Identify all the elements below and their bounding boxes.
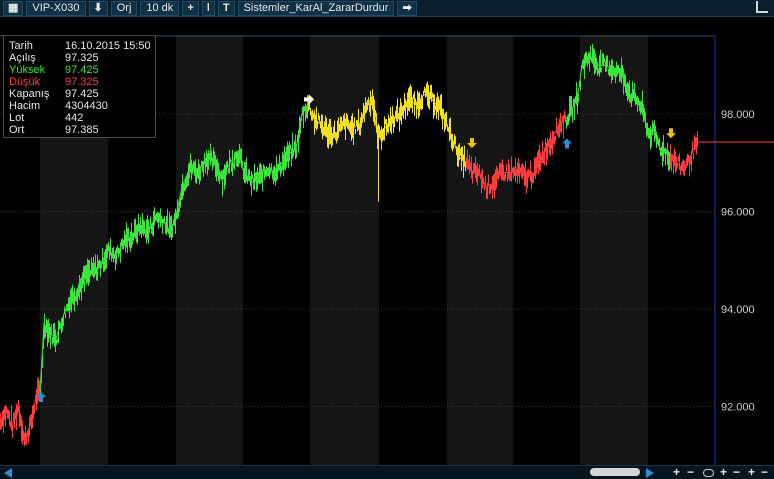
- info-row: Hacim 4304430: [9, 100, 154, 112]
- scroll-left-icon[interactable]: [4, 468, 12, 478]
- series-segment-down: [669, 130, 699, 177]
- price-tick-label: 94.000: [721, 304, 755, 316]
- zoom-in-button[interactable]: +: [673, 466, 680, 478]
- info-value: 97.325: [65, 76, 99, 88]
- system-icon[interactable]: T: [217, 0, 235, 16]
- bar-icon[interactable]: ǀ: [201, 0, 215, 16]
- resize-corner-icon[interactable]: [756, 1, 768, 13]
- scroll-right-icon[interactable]: [646, 468, 654, 478]
- info-row: Tarih 16.10.2015 15:50: [9, 40, 154, 52]
- right-arrow-icon[interactable]: ➡: [397, 0, 417, 16]
- symbol-selector[interactable]: VIP-X030: [26, 0, 86, 16]
- scroll-thumb[interactable]: [590, 468, 640, 476]
- info-value: 97.425: [65, 64, 99, 76]
- info-label: Lot: [9, 112, 25, 124]
- info-label: Açılış: [9, 52, 36, 64]
- scale-out-button[interactable]: −: [733, 466, 740, 478]
- info-value: 442: [65, 112, 84, 124]
- ohlc-info-panel: Tarih 16.10.2015 15:50 Açılış 97.325 Yüksek 9…: [3, 35, 156, 138]
- sell-arrow-icon: [666, 128, 676, 139]
- fit-icon[interactable]: [703, 469, 714, 477]
- bottom-scrollbar: + − + − + −: [0, 465, 774, 479]
- vertical-out-button[interactable]: −: [761, 466, 768, 478]
- info-label: Tarih: [9, 40, 33, 52]
- info-value: 97.385: [65, 124, 99, 136]
- scale-in-button[interactable]: +: [720, 466, 727, 478]
- vertical-in-button[interactable]: +: [748, 466, 755, 478]
- session-band: [447, 36, 513, 465]
- price-tick-label: 98.000: [721, 109, 755, 121]
- period-selector[interactable]: 10 dk: [140, 0, 180, 16]
- price-tick-label: 92.000: [721, 402, 755, 414]
- grid-icon[interactable]: ▦: [3, 0, 24, 16]
- info-label: Yüksek: [9, 64, 46, 76]
- info-row: Düşük 97.325: [9, 76, 154, 88]
- info-label: Ort: [9, 124, 25, 136]
- plus-icon[interactable]: +: [182, 0, 199, 16]
- info-value: 97.325: [65, 52, 99, 64]
- info-value: 97.425: [65, 88, 99, 100]
- info-label: Hacim: [9, 100, 41, 112]
- down-arrow-icon[interactable]: ⬇: [88, 0, 108, 16]
- chart-toolbar: ▦ VIP-X030 ⬇ Orj 10 dk + ǀ T Sistemler_K…: [0, 0, 774, 17]
- series-segment-down: [0, 377, 41, 447]
- info-row: Yüksek 97.425: [9, 64, 154, 76]
- info-row: Ort 97.385: [9, 124, 154, 136]
- info-value: 16.10.2015 15:50: [65, 40, 151, 52]
- price-axis: 98.000 96.000 94.000 92.000: [694, 109, 774, 414]
- buy-arrow-icon: [562, 138, 572, 149]
- info-label: Kapanış: [9, 88, 50, 100]
- info-value: 4304430: [65, 100, 108, 112]
- origin-selector[interactable]: Orj: [110, 0, 138, 16]
- zoom-out-button[interactable]: −: [687, 466, 694, 478]
- session-band: [176, 36, 243, 465]
- info-row: Kapanış 97.425: [9, 88, 154, 100]
- price-tick-label: 96.000: [721, 207, 755, 219]
- info-row: Lot 442: [9, 112, 154, 124]
- info-label: Düşük: [9, 76, 41, 88]
- system-selector[interactable]: Sistemler_KarAl_ZararDurdur: [237, 0, 395, 16]
- info-row: Açılış 97.325: [9, 52, 154, 64]
